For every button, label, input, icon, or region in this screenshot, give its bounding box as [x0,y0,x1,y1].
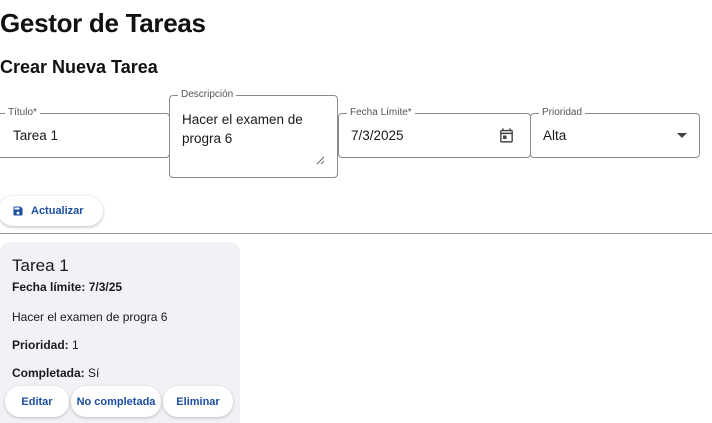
update-button[interactable]: Actualizar [0,196,103,226]
task-priority: Prioridad: 1 [12,338,79,352]
calendar-icon[interactable] [498,127,515,144]
delete-button[interactable]: Eliminar [163,386,233,417]
description-field-label: Descripción [178,89,237,101]
description-field-value[interactable]: Hacer el examen de progra 6 [182,110,318,148]
page-title: Gestor de Tareas [0,8,206,38]
title-field[interactable]: Título* Tarea 1 [0,107,170,158]
priority-select-value[interactable]: Alta [543,128,566,143]
task-due-value: 7/3/25 [88,280,123,294]
due-date-field[interactable]: Fecha Límite* 7/3/2025 [338,107,531,158]
task-completed-label: Completada: [12,366,85,380]
description-field[interactable]: Descripción Hacer el examen de progra 6 [169,89,338,178]
task-due-date: Fecha límite: 7/3/25 [12,280,122,294]
form-heading: Crear Nueva Tarea [0,57,158,77]
task-priority-label: Prioridad: [12,338,69,352]
task-priority-value: 1 [72,338,79,352]
priority-select[interactable]: Prioridad Alta [530,107,700,158]
task-completed-value: Sí [88,366,100,380]
divider [0,233,712,234]
resize-grip-icon[interactable] [316,156,325,165]
due-date-field-value[interactable]: 7/3/2025 [351,128,404,143]
task-completed: Completada: Sí [12,366,99,380]
update-button-label: Actualizar [31,205,84,217]
page: Gestor de Tareas Crear Nueva Tarea Títul… [0,0,712,423]
task-due-label: Fecha límite: [12,280,86,294]
save-icon [13,206,23,216]
chevron-down-icon[interactable] [677,133,687,138]
title-field-label: Título* [5,107,40,119]
priority-select-label: Prioridad [539,107,586,119]
task-card: Tarea 1 Fecha límite: 7/3/25 Hacer el ex… [0,242,240,423]
due-date-field-label: Fecha Límite* [347,107,415,119]
title-field-value[interactable]: Tarea 1 [13,128,58,143]
toggle-completed-button[interactable]: No completada [71,386,161,417]
task-title: Tarea 1 [12,256,69,275]
task-description: Hacer el examen de progra 6 [12,310,168,324]
edit-button[interactable]: Editar [5,386,69,417]
